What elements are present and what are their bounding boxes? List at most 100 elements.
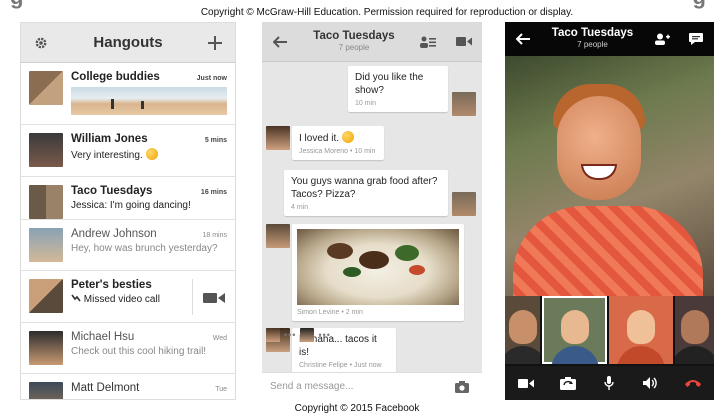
group-avatar <box>29 279 63 313</box>
avatar <box>266 126 290 150</box>
participant-thumbnail[interactable] <box>675 296 714 364</box>
app-bar: Taco Tuesdays 7 people <box>505 22 714 56</box>
hang-up-icon[interactable] <box>681 371 705 395</box>
conversation-name: William Jones <box>71 133 148 145</box>
divider <box>192 279 193 315</box>
chat-icon[interactable] <box>684 27 708 51</box>
conversation-message: Missed video call <box>83 294 160 305</box>
message-meta: Simon Levine • 2 min <box>297 309 363 316</box>
add-person-icon[interactable] <box>650 27 674 51</box>
smiley-emoji-icon <box>342 131 355 143</box>
app-title: Hangouts <box>93 34 163 51</box>
thumbnail-face <box>627 310 656 344</box>
hangouts-list-screen: Hangouts College buddies Just now Willia… <box>20 22 236 400</box>
back-arrow-icon[interactable] <box>511 27 535 51</box>
avatar <box>29 133 63 167</box>
thumbnail-face <box>508 310 537 344</box>
message-meta: 4 min <box>291 204 309 211</box>
conversation-item[interactable]: Michael Hsu Wed Check out this cool hiki… <box>21 323 235 374</box>
camera-icon[interactable] <box>450 375 474 399</box>
conversation-name: Matt Delmont <box>71 382 140 394</box>
message-meta: Jessica Moreno • 10 min <box>299 148 376 155</box>
conversation-name: Taco Tuesdays <box>71 185 153 197</box>
message-text: Did you like the show? <box>355 72 424 96</box>
conversation-time: Tue <box>215 386 227 393</box>
conversation-name: Peter's besties <box>71 279 152 291</box>
message-input[interactable]: Send a message... <box>270 381 450 392</box>
participant-thumbnail[interactable] <box>542 296 607 364</box>
avatar <box>452 92 476 116</box>
conversation-item[interactable]: College buddies Just now <box>21 63 235 125</box>
clipped-heading-fragment: g <box>10 0 23 8</box>
missed-call-icon <box>71 294 84 305</box>
conversation-item[interactable]: Matt Delmont Tue <box>21 374 235 399</box>
plus-icon[interactable] <box>203 31 227 55</box>
video-participant-shirt <box>513 206 703 296</box>
conversation-item[interactable]: Peter's besties Missed video call <box>21 271 235 323</box>
message-bubble: You guys wanna grab food after? Tacos? P… <box>284 170 448 216</box>
conversation-time: Just now <box>196 75 227 82</box>
copyright-header: g Copyright © McGraw-Hill Education. Per… <box>0 0 714 20</box>
message-bubble: Did you like the show? 10 min <box>348 66 448 112</box>
conversation-item[interactable]: Taco Tuesdays 16 mins Jessica: I'm going… <box>21 177 235 220</box>
thumbnail-body <box>505 346 541 364</box>
conversation-message: Hey, how was brunch yesterday? <box>71 243 218 254</box>
back-arrow-icon[interactable] <box>268 30 292 54</box>
participant-thumbnail[interactable] <box>608 296 674 364</box>
typing-dots: ••• <box>318 330 331 340</box>
message-bubble: Simon Levine • 2 min <box>292 224 464 321</box>
video-camera-icon[interactable] <box>203 291 225 305</box>
video-participant-face <box>557 96 641 200</box>
participant-thumbnail[interactable] <box>505 296 541 364</box>
food-detail <box>327 243 353 259</box>
message-text: I loved it. <box>299 133 340 144</box>
copyright-text: Copyright © McGraw-Hill Education. Permi… <box>200 7 574 18</box>
message-list: Did you like the show? 10 min I loved it… <box>262 62 482 374</box>
avatar <box>29 382 63 399</box>
video-call-screen: Taco Tuesdays 7 people <box>505 22 714 400</box>
smiley-emoji-icon <box>145 148 158 160</box>
thumbnail-body <box>550 346 599 364</box>
conversation-item[interactable]: Andrew Johnson 18 mins Hey, how was brun… <box>21 220 235 271</box>
conversation-time: 5 mins <box>204 137 227 144</box>
people-list-icon[interactable] <box>416 30 440 54</box>
conversation-item[interactable]: William Jones 5 mins Very interesting. <box>21 125 235 177</box>
avatar <box>300 328 315 342</box>
conversation-name: College buddies <box>71 71 160 83</box>
thumbnail-face <box>680 310 709 344</box>
switch-camera-icon[interactable] <box>556 371 580 395</box>
typing-indicator: ••• ••• <box>266 328 331 342</box>
video-camera-icon[interactable] <box>514 371 538 395</box>
app-bar: Taco Tuesdays 7 people <box>262 22 482 62</box>
copyright-footer: Copyright © 2015 Facebook <box>294 403 420 414</box>
message-bubble: I loved it. Jessica Moreno • 10 min <box>292 126 384 160</box>
conversation-message: Check out this cool hiking trail! <box>71 346 207 357</box>
speaker-icon[interactable] <box>639 371 663 395</box>
avatar <box>266 328 280 342</box>
gear-icon[interactable] <box>29 31 53 55</box>
thumbnail-body <box>675 346 714 364</box>
message-meta: 10 min <box>355 100 377 107</box>
food-detail <box>343 267 361 277</box>
avatar <box>452 192 476 216</box>
conversation-message: Very interesting. <box>71 150 143 161</box>
typing-dots: ••• <box>284 330 297 340</box>
call-controls <box>505 366 714 400</box>
food-detail <box>409 265 425 275</box>
main-video-feed <box>505 56 714 296</box>
shared-food-photo <box>297 229 459 305</box>
message-text: You guys wanna grab food after? Tacos? P… <box>291 176 438 200</box>
message-meta: Christine Felipe • Just now <box>299 362 382 369</box>
conversation-time: 18 mins <box>202 232 227 239</box>
video-camera-icon[interactable] <box>452 30 476 54</box>
microphone-icon[interactable] <box>597 371 621 395</box>
group-avatar <box>29 185 63 219</box>
participant-thumbnails <box>505 296 714 364</box>
avatar <box>29 331 63 365</box>
food-detail <box>395 245 419 261</box>
participant-count: 7 people <box>338 42 370 52</box>
avatar <box>29 228 63 262</box>
participant-count: 7 people <box>577 40 608 49</box>
conversation-time: 16 mins <box>200 189 227 196</box>
group-avatar <box>29 71 63 105</box>
